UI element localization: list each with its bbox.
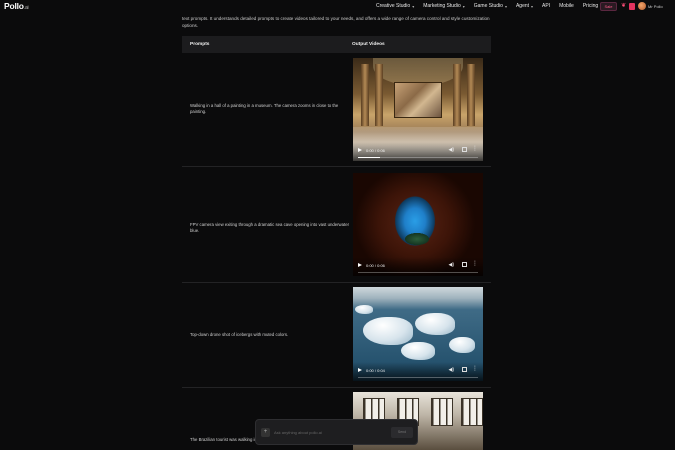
- table-row: Walking in a hall of a painting in a mus…: [182, 53, 491, 167]
- nav-api[interactable]: API: [542, 3, 550, 9]
- video-player[interactable]: 0:00 / 0:06 ◀) ⋮: [353, 58, 483, 161]
- nav-marketing-studio[interactable]: Marketing Studio ▾: [423, 3, 465, 9]
- table-row: Top-down drone shot of icebergs with mut…: [182, 283, 491, 388]
- chevron-down-icon: ▾: [412, 3, 415, 9]
- chevron-down-icon: ▾: [462, 3, 465, 9]
- volume-icon[interactable]: ◀): [448, 262, 454, 268]
- video-controls: 0:00 / 0:06 ◀) ⋮: [353, 142, 483, 161]
- top-nav: Pollo.ai Creative Studio ▾ Marketing Stud…: [0, 0, 675, 14]
- fullscreen-icon[interactable]: [462, 262, 467, 267]
- nav-agent[interactable]: Agent ▾: [516, 3, 533, 9]
- prompt-text: FPV camera view exiting through a dramat…: [190, 222, 350, 233]
- more-options-icon[interactable]: ⋮: [472, 146, 478, 152]
- nav-pricing[interactable]: Pricing: [583, 3, 598, 9]
- chevron-down-icon: ▾: [531, 3, 534, 9]
- fullscreen-icon[interactable]: [462, 367, 467, 372]
- prompt-text: Top-down drone shot of icebergs with mut…: [190, 332, 289, 337]
- video-time: 0:00 / 0:04: [366, 368, 385, 373]
- video-progress-bar[interactable]: [358, 271, 478, 273]
- volume-icon[interactable]: ◀): [448, 147, 454, 153]
- nav-creative-studio[interactable]: Creative Studio ▾: [376, 3, 414, 9]
- header-prompts: Prompts: [190, 42, 210, 47]
- prompt-text: Walking in a hall of a painting in a mus…: [190, 103, 339, 114]
- video-progress-bar[interactable]: [358, 376, 478, 378]
- gift-icon[interactable]: ❦: [621, 3, 627, 9]
- examples-table: Prompts Output Videos Walking in a hall …: [182, 36, 491, 450]
- chat-input-bar: + Ask anything about pollo.ai Send: [255, 419, 418, 445]
- intro-text: text prompts. It understands detailed pr…: [182, 16, 490, 28]
- video-player[interactable]: 0:00 / 0:06 ◀) ⋮: [353, 173, 483, 276]
- more-options-icon[interactable]: ⋮: [472, 261, 478, 267]
- video-progress-bar[interactable]: [358, 156, 478, 158]
- play-icon[interactable]: [358, 263, 362, 267]
- user-name[interactable]: Mr Pollo: [648, 4, 663, 9]
- video-controls: 0:00 / 0:06 ◀) ⋮: [353, 257, 483, 276]
- nav-mobile[interactable]: Mobile: [559, 3, 574, 9]
- sale-badge[interactable]: Sale: [600, 2, 617, 11]
- chevron-down-icon: ▾: [504, 3, 507, 9]
- play-icon[interactable]: [358, 368, 362, 372]
- play-icon[interactable]: [358, 148, 362, 152]
- notification-icon[interactable]: [629, 3, 635, 10]
- video-controls: 0:00 / 0:04 ◀) ⋮: [353, 362, 483, 381]
- send-button[interactable]: Send: [391, 427, 413, 438]
- pollo-logo[interactable]: Pollo.ai: [4, 1, 29, 11]
- more-options-icon[interactable]: ⋮: [472, 366, 478, 372]
- video-time: 0:00 / 0:06: [366, 148, 385, 153]
- video-time: 0:00 / 0:06: [366, 263, 385, 268]
- volume-icon[interactable]: ◀): [448, 367, 454, 373]
- main-nav: Creative Studio ▾ Marketing Studio ▾ Game …: [376, 3, 607, 9]
- fullscreen-icon[interactable]: [462, 147, 467, 152]
- table-header: Prompts Output Videos: [182, 36, 491, 53]
- nav-game-studio[interactable]: Game Studio ▾: [474, 3, 507, 9]
- avatar[interactable]: [638, 2, 646, 10]
- video-player[interactable]: 0:00 / 0:04 ◀) ⋮: [353, 287, 483, 381]
- header-output-videos: Output Videos: [352, 42, 385, 47]
- add-icon[interactable]: +: [261, 428, 270, 437]
- chat-input[interactable]: Ask anything about pollo.ai: [274, 430, 322, 435]
- table-row: FPV camera view exiting through a dramat…: [182, 167, 491, 283]
